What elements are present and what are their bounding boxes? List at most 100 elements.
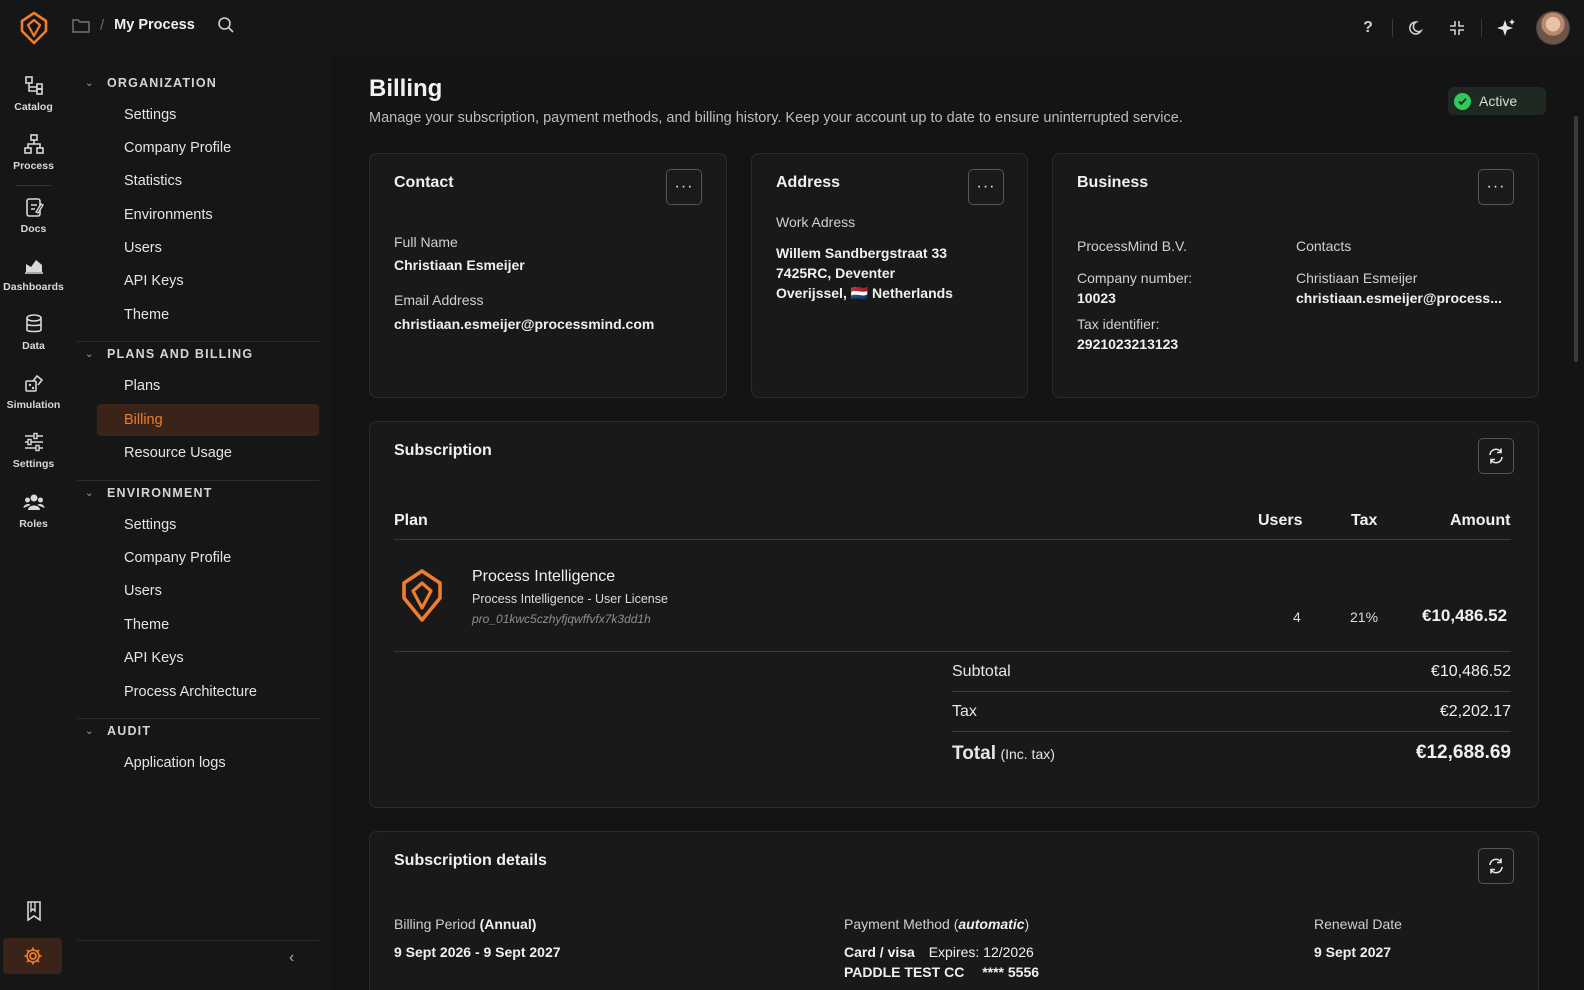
address-more-button[interactable]: ··· [968,169,1004,205]
help-button[interactable]: ? [1348,10,1388,46]
rail-item-process[interactable]: Process [0,133,67,172]
table-divider [394,651,1511,652]
subtotal-label: Subtotal [952,663,1011,680]
rail-item-simulation[interactable]: Simulation [0,372,67,411]
sidebar-item-resource-usage[interactable]: Resource Usage [97,437,319,469]
sidebar-item-env-settings[interactable]: Settings [97,509,319,541]
plan-description: Process Intelligence - User License [472,592,668,606]
card-holder: PADDLE TEST CC [844,964,965,980]
sparkle-icon [1497,19,1515,36]
sidebar-item-org-theme[interactable]: Theme [97,299,319,331]
page-title: Billing [369,75,443,102]
details-refresh-button[interactable] [1478,848,1514,884]
tax-value: €2,202.17 [1439,703,1511,720]
processmind-logo[interactable] [18,11,50,45]
tax-label: Tax [952,703,977,720]
sidebar-item-plans[interactable]: Plans [97,370,319,402]
column-header-plan: Plan [394,512,428,529]
sidebar-item-org-settings[interactable]: Settings [97,99,319,131]
address-card: Address ··· Work Adress Willem Sandbergs… [751,153,1028,398]
breadcrumb: / My Process [72,16,235,34]
business-more-button[interactable]: ··· [1478,169,1514,205]
page-breadcrumb-title[interactable]: My Process [114,17,195,33]
sidebar-item-process-architecture[interactable]: Process Architecture [97,676,319,708]
more-horizontal-icon: ··· [976,178,996,195]
sidebar-item-org-company-profile[interactable]: Company Profile [97,132,319,164]
section-plans-and-billing[interactable]: ⌄ PLANS AND BILLING [85,347,253,361]
process-icon [23,134,44,154]
address-region: Overijssel, [776,285,847,301]
address-line-2: 7425RC, Deventer [776,265,896,281]
work-address-label: Work Adress [776,214,856,230]
user-avatar[interactable] [1536,11,1570,45]
collapse-view-button[interactable] [1437,10,1477,46]
section-title: AUDIT [107,724,152,738]
settings-gear-button[interactable] [3,938,62,974]
rail-divider [16,185,51,186]
rail-item-data[interactable]: Data [0,313,67,352]
search-icon[interactable] [217,16,235,34]
total-text: Total [952,743,996,764]
sidebar-item-billing[interactable]: Billing [97,404,319,436]
column-header-tax: Tax [1351,512,1378,529]
card-title: Business [1077,174,1149,191]
bookmark-button[interactable] [0,900,67,922]
scrollbar-thumb[interactable] [1574,116,1578,362]
rail-item-dashboards[interactable]: Dashboards [0,254,67,293]
toolbar-divider [1481,19,1482,37]
card-title: Contact [394,174,454,191]
subscription-refresh-button[interactable] [1478,438,1514,474]
email-value: christiaan.esmeijer@processmind.com [394,316,655,332]
contact-card: Contact ··· Full Name Christiaan Esmeije… [369,153,727,398]
catalog-icon [24,76,43,95]
payment-method-text: Payment Method ( [844,916,959,932]
card-title: Subscription details [394,852,547,869]
rail-item-settings[interactable]: Settings [0,431,67,470]
full-name-label: Full Name [394,234,458,250]
dark-mode-button[interactable] [1397,10,1437,46]
folder-icon[interactable] [72,17,90,33]
total-note: (Inc. tax) [1000,746,1055,762]
card-number: **** 5556 [982,964,1040,980]
business-card: Business ··· ProcessMind B.V. Company nu… [1052,153,1539,398]
sidebar-item-org-api-keys[interactable]: API Keys [97,265,319,297]
column-header-amount: Amount [1450,512,1511,529]
top-bar: / My Process ? [0,0,1584,56]
section-audit[interactable]: ⌄ AUDIT [85,724,151,738]
chevron-left-icon: ‹ [289,949,295,966]
ai-assistant-button[interactable] [1486,10,1526,46]
gear-icon [24,947,41,965]
sidebar-item-org-users[interactable]: Users [97,232,319,264]
billing-period-label: Billing Period (Annual) [394,916,536,932]
plan-users: 4 [1293,609,1301,625]
section-title: PLANS AND BILLING [107,347,254,361]
rail-item-docs[interactable]: Docs [0,196,67,235]
rail-item-catalog[interactable]: Catalog [0,74,67,113]
full-name-value: Christiaan Esmeijer [394,257,525,273]
section-organization[interactable]: ⌄ ORGANIZATION [85,76,217,90]
sidebar-item-env-company-profile[interactable]: Company Profile [97,542,319,574]
contact-more-button[interactable]: ··· [666,169,702,205]
chevron-down-icon: ⌄ [85,348,95,360]
totals-divider [952,731,1511,732]
tax-identifier-value: 2921023213123 [1077,336,1179,352]
section-environment[interactable]: ⌄ ENVIRONMENT [85,486,213,500]
rail-label: Data [22,340,45,352]
settings-sliders-icon [24,432,43,452]
address-line-3: Overijssel, 🇳🇱 Netherlands [776,283,953,303]
chevron-down-icon: ⌄ [85,77,95,89]
email-label: Email Address [394,292,484,308]
netherlands-flag-icon: 🇳🇱 [850,285,869,301]
help-icon: ? [1363,19,1373,36]
collapse-sidebar-button[interactable]: ‹ [289,949,294,967]
sidebar-item-env-users[interactable]: Users [97,575,319,607]
docs-icon [25,198,44,217]
sidebar-item-env-api-keys[interactable]: API Keys [97,642,319,674]
sidebar-item-env-theme[interactable]: Theme [97,609,319,641]
chevron-down-icon: ⌄ [85,487,95,499]
rail-item-roles[interactable]: Roles [0,491,67,530]
sidebar-item-statistics[interactable]: Statistics [97,165,319,197]
sidebar-item-application-logs[interactable]: Application logs [97,747,319,779]
sidebar-item-environments[interactable]: Environments [97,199,319,231]
refresh-icon [1489,448,1503,464]
